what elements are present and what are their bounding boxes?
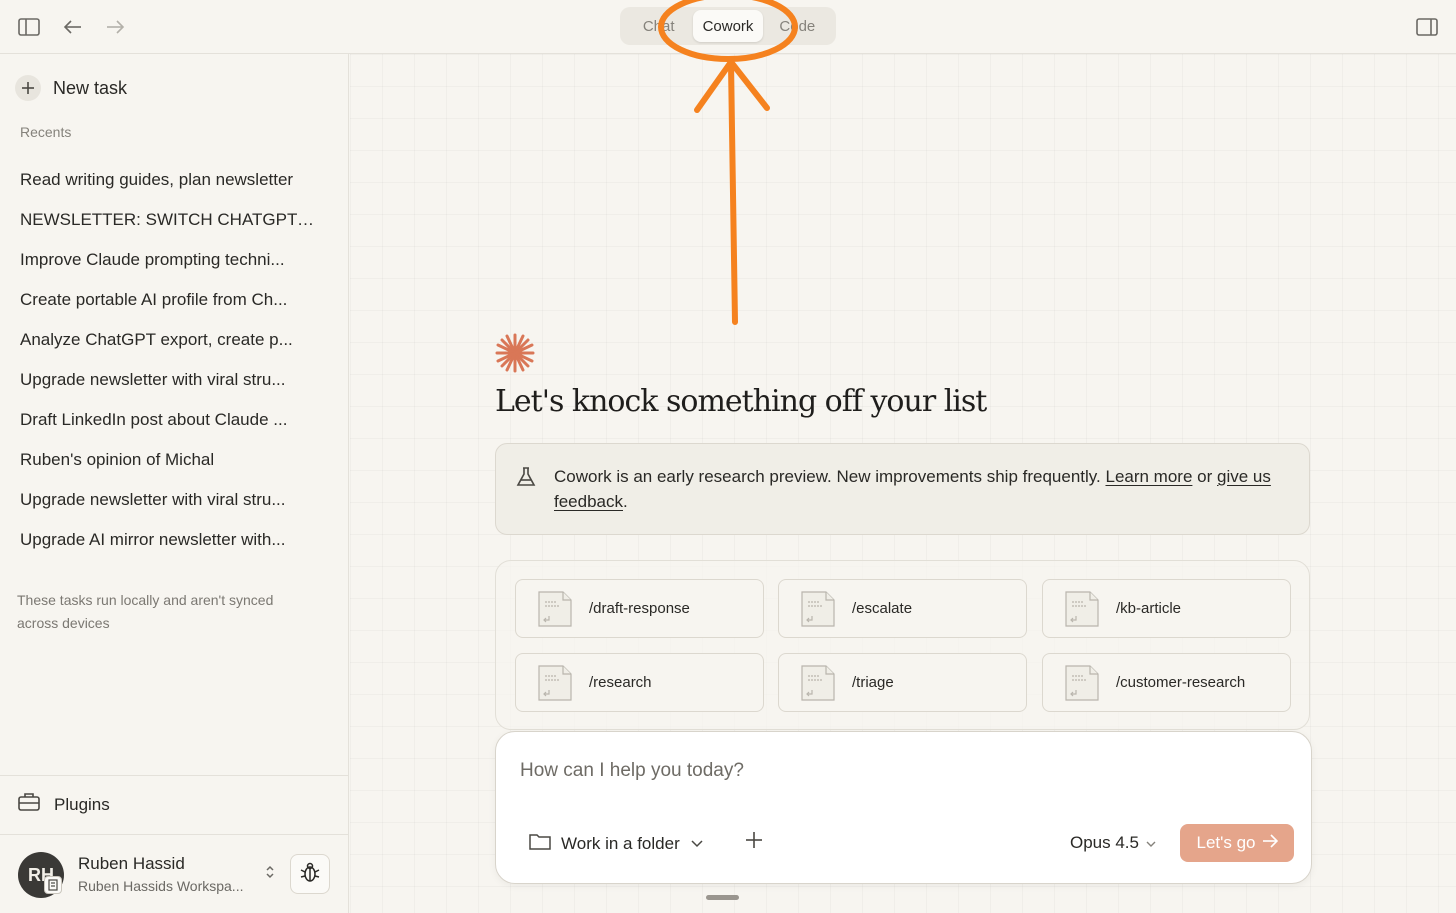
folder-label: Work in a folder (561, 833, 680, 853)
plugins-button[interactable]: Plugins (18, 792, 110, 817)
top-bar: Chat Cowork Code (0, 0, 1456, 54)
research-preview-notice: Cowork is an early research preview. New… (495, 443, 1310, 535)
notice-period: . (623, 492, 628, 511)
main-panel: Let's knock something off your list Cowo… (350, 54, 1456, 913)
skill-label: /kb-article (1116, 600, 1182, 617)
chevron-down-icon (690, 834, 704, 854)
recent-task-item[interactable]: Analyze ChatGPT export, create p... (20, 327, 315, 367)
sidebar: New task Recents Read writing guides, pl… (0, 54, 349, 913)
plus-icon (15, 75, 41, 101)
sidebar-divider (0, 775, 349, 776)
model-selector[interactable]: Opus 4.5 (1070, 833, 1157, 853)
model-label: Opus 4.5 (1070, 833, 1139, 852)
document-icon (801, 664, 835, 701)
submit-label: Let's go (1196, 833, 1256, 852)
recent-task-item[interactable]: Ruben's opinion of Michal (20, 447, 315, 487)
recents-heading: Recents (20, 124, 72, 140)
forward-arrow-icon[interactable] (102, 14, 128, 40)
back-arrow-icon[interactable] (60, 14, 86, 40)
lets-go-button[interactable]: Let's go (1180, 824, 1294, 862)
flask-icon (516, 466, 536, 493)
learn-more-link[interactable]: Learn more (1105, 467, 1192, 486)
skill-card-escalate[interactable]: /escalate (778, 579, 1027, 638)
skill-label: /triage (852, 674, 894, 691)
recent-task-item[interactable]: Upgrade AI mirror newsletter with... (20, 527, 315, 567)
new-task-button[interactable]: New task (15, 74, 127, 102)
plus-icon (744, 832, 764, 854)
skill-label: /research (589, 674, 652, 691)
drag-handle[interactable] (706, 895, 739, 900)
tab-chat[interactable]: Chat (624, 10, 693, 42)
workspace-name: Ruben Hassids Workspa... (78, 878, 244, 894)
sync-note: These tasks run locally and aren't synce… (17, 592, 274, 631)
recent-task-item[interactable]: Upgrade newsletter with viral stru... (20, 367, 315, 407)
toolbox-icon (18, 792, 40, 817)
document-icon (801, 590, 835, 627)
tab-code[interactable]: Code (763, 10, 832, 42)
new-task-label: New task (53, 77, 128, 98)
chevron-up-down-icon[interactable] (264, 862, 276, 887)
notice-connector: or (1197, 467, 1213, 486)
recent-task-item[interactable]: Create portable AI profile from Ch... (20, 287, 315, 327)
skill-card-research[interactable]: /research (515, 653, 764, 712)
skill-label: /customer-research (1116, 674, 1246, 691)
arrow-right-icon (1262, 833, 1278, 853)
document-icon (1065, 590, 1099, 627)
recent-task-item[interactable]: NEWSLETTER: SWITCH CHATGPT ... (20, 207, 315, 247)
chevron-down-icon (1145, 833, 1157, 853)
notice-text: Cowork is an early research preview. New… (554, 464, 1274, 514)
sidebar-divider (0, 834, 349, 835)
mode-switcher: Chat Cowork Code (620, 7, 836, 45)
skill-label: /draft-response (589, 600, 690, 617)
skill-card-kb-article[interactable]: /kb-article (1042, 579, 1291, 638)
plugins-label: Plugins (54, 794, 110, 814)
notice-message: Cowork is an early research preview. New… (554, 467, 1101, 486)
document-icon (538, 664, 572, 701)
page-headline: Let's knock something off your list (495, 384, 987, 419)
workspace-badge-icon (44, 876, 62, 894)
skills-panel: /draft-response /escalate /kb-article /r… (495, 560, 1310, 730)
recent-task-item[interactable]: Read writing guides, plan newsletter (20, 167, 315, 207)
recent-task-item[interactable]: Upgrade newsletter with viral stru... (20, 487, 315, 527)
sidebar-toggle-icon[interactable] (16, 14, 42, 40)
document-icon (1065, 664, 1099, 701)
right-panel-toggle-icon[interactable] (1414, 14, 1440, 40)
recents-list: Read writing guides, plan newsletter NEW… (20, 167, 315, 567)
user-name: Ruben Hassid (78, 854, 185, 873)
app-window: Chat Cowork Code New task Recents Read w… (0, 0, 1456, 913)
recent-task-item[interactable]: Draft LinkedIn post about Claude ... (20, 407, 315, 447)
document-icon (538, 590, 572, 627)
skill-label: /escalate (852, 600, 913, 617)
prompt-input[interactable] (520, 756, 1280, 786)
skill-card-triage[interactable]: /triage (778, 653, 1027, 712)
skill-card-customer-research[interactable]: /customer-research (1042, 653, 1291, 712)
skill-card-draft-response[interactable]: /draft-response (515, 579, 764, 638)
tab-cowork[interactable]: Cowork (693, 10, 763, 42)
claude-starburst-icon (494, 332, 536, 379)
recent-task-item[interactable]: Improve Claude prompting techni... (20, 247, 315, 287)
folder-icon (529, 832, 551, 855)
prompt-composer: Work in a folder Opus 4.5 Let's go (495, 731, 1312, 884)
add-attachment-button[interactable] (744, 830, 764, 855)
bug-icon (300, 861, 320, 888)
bug-report-button[interactable] (290, 854, 330, 894)
user-profile[interactable]: RH Ruben Hassid Ruben Hassids Workspa... (18, 850, 333, 900)
work-in-folder-button[interactable]: Work in a folder (529, 832, 704, 855)
